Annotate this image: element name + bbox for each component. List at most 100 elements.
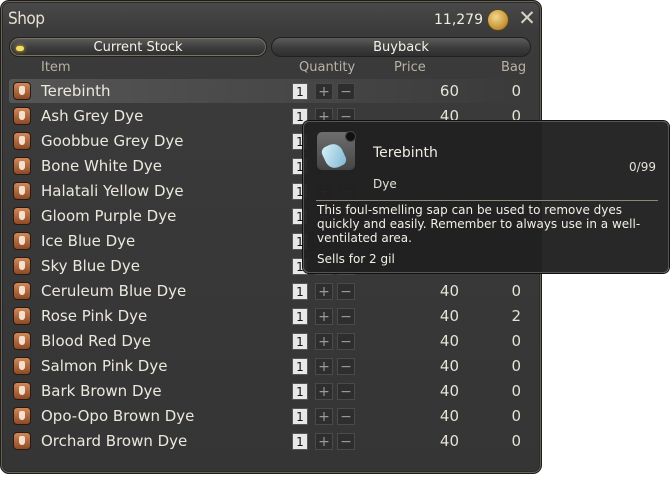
header-item: Item [41, 60, 71, 75]
quantity-input[interactable]: 1 [292, 283, 308, 300]
item-price: 60 [439, 82, 459, 100]
dye-bottle-icon [13, 357, 31, 375]
item-name: Opo-Opo Brown Dye [41, 407, 195, 425]
quantity-decrease-button[interactable]: − [337, 283, 355, 300]
item-name: Halatali Yellow Dye [41, 182, 184, 200]
tab-label: Current Stock [93, 40, 183, 55]
quantity-increase-button[interactable]: + [315, 283, 333, 300]
item-row[interactable]: Salmon Pink Dye 1 + − 40 0 [9, 354, 531, 378]
tooltip-sell-price: Sells for 2 gil [317, 252, 395, 266]
item-row[interactable]: Bark Brown Dye 1 + − 40 0 [9, 379, 531, 403]
quantity-decrease-button[interactable]: − [337, 358, 355, 375]
item-bag-count: 2 [511, 307, 521, 325]
quantity-input[interactable]: 1 [292, 383, 308, 400]
tooltip-description: This foul-smelling sap can be used to re… [317, 203, 641, 245]
quantity-input[interactable]: 1 [292, 408, 308, 425]
dye-bottle-icon [13, 107, 31, 125]
quantity-decrease-button[interactable]: − [337, 383, 355, 400]
quantity-input[interactable]: 1 [292, 358, 308, 375]
quantity-input[interactable]: 1 [292, 433, 308, 450]
gil-amount: 11,279 [434, 12, 483, 28]
dye-bottle-icon [13, 82, 31, 100]
item-price: 40 [439, 357, 459, 375]
quantity-input[interactable]: 1 [292, 333, 308, 350]
item-price: 40 [439, 382, 459, 400]
dye-bottle-icon [13, 282, 31, 300]
active-tab-indicator [16, 46, 24, 51]
dye-bottle-icon [13, 157, 31, 175]
item-bag-count: 0 [511, 282, 521, 300]
item-bag-count: 0 [511, 432, 521, 450]
item-price: 40 [439, 432, 459, 450]
item-name: Salmon Pink Dye [41, 357, 168, 375]
item-price: 40 [439, 407, 459, 425]
quantity-increase-button[interactable]: + [315, 83, 333, 100]
item-row[interactable]: Ceruleum Blue Dye 1 + − 40 0 [9, 279, 531, 303]
quantity-decrease-button[interactable]: − [337, 333, 355, 350]
close-icon[interactable]: ✕ [515, 6, 539, 30]
window-title: Shop [8, 9, 45, 29]
item-row[interactable]: Terebinth 1 + − 60 0 [9, 79, 531, 103]
dye-bottle-icon [13, 257, 31, 275]
dye-bottle-icon [13, 132, 31, 150]
item-name: Ash Grey Dye [41, 107, 144, 125]
tab-buyback[interactable]: Buyback [271, 37, 531, 57]
item-name: Ice Blue Dye [41, 232, 136, 250]
quantity-decrease-button[interactable]: − [337, 433, 355, 450]
tooltip-stack-count: 0/99 [629, 160, 656, 174]
quantity-decrease-button[interactable]: − [337, 408, 355, 425]
dye-bottle-icon [13, 382, 31, 400]
item-name: Blood Red Dye [41, 332, 152, 350]
header-bag: Bag [501, 60, 527, 75]
quantity-increase-button[interactable]: + [315, 358, 333, 375]
tab-label: Buyback [373, 40, 429, 55]
item-name: Sky Blue Dye [41, 257, 140, 275]
dye-bottle-icon [13, 432, 31, 450]
item-name: Rose Pink Dye [41, 307, 148, 325]
dye-bottle-icon [13, 182, 31, 200]
item-bag-count: 0 [511, 332, 521, 350]
tab-bar: Current Stock Buyback [9, 37, 531, 59]
dye-bottle-icon [13, 207, 31, 225]
terebinth-bottle-icon [316, 131, 356, 171]
quantity-increase-button[interactable]: + [315, 333, 333, 350]
tooltip-item-name: Terebinth [373, 145, 438, 161]
quantity-increase-button[interactable]: + [315, 408, 333, 425]
quantity-increase-button[interactable]: + [315, 308, 333, 325]
item-name: Ceruleum Blue Dye [41, 282, 187, 300]
item-row[interactable]: Blood Red Dye 1 + − 40 0 [9, 329, 531, 353]
tooltip-divider [316, 200, 658, 201]
column-headers: Item Quantity Price Bag [1, 59, 541, 77]
quantity-decrease-button[interactable]: − [337, 308, 355, 325]
item-name: Bone White Dye [41, 157, 163, 175]
item-name: Terebinth [41, 82, 111, 100]
item-bag-count: 0 [511, 357, 521, 375]
item-name: Goobbue Grey Dye [41, 132, 184, 150]
item-row[interactable]: Orchard Brown Dye 1 + − 40 0 [9, 429, 531, 453]
quantity-input[interactable]: 1 [292, 308, 308, 325]
item-row[interactable]: Rose Pink Dye 1 + − 40 2 [9, 304, 531, 328]
quantity-decrease-button[interactable]: − [337, 83, 355, 100]
item-price: 40 [439, 307, 459, 325]
dye-bottle-icon [13, 407, 31, 425]
item-name: Gloom Purple Dye [41, 207, 177, 225]
item-row[interactable]: Opo-Opo Brown Dye 1 + − 40 0 [9, 404, 531, 428]
dye-bottle-icon [13, 307, 31, 325]
quantity-increase-button[interactable]: + [315, 383, 333, 400]
item-price: 40 [439, 332, 459, 350]
item-name: Orchard Brown Dye [41, 432, 188, 450]
item-tooltip: Terebinth 0/99 Dye This foul-smelling sa… [303, 121, 669, 273]
item-bag-count: 0 [511, 82, 521, 100]
gil-coin-icon [487, 9, 509, 31]
header-quantity: Quantity [299, 60, 356, 75]
item-bag-count: 0 [511, 407, 521, 425]
item-price: 40 [439, 282, 459, 300]
item-bag-count: 0 [511, 382, 521, 400]
quantity-input[interactable]: 1 [292, 83, 308, 100]
header-price: Price [394, 60, 426, 75]
tooltip-category: Dye [373, 177, 397, 191]
dye-bottle-icon [13, 332, 31, 350]
dye-bottle-icon [13, 232, 31, 250]
quantity-increase-button[interactable]: + [315, 433, 333, 450]
tab-current-stock[interactable]: Current Stock [9, 37, 267, 57]
